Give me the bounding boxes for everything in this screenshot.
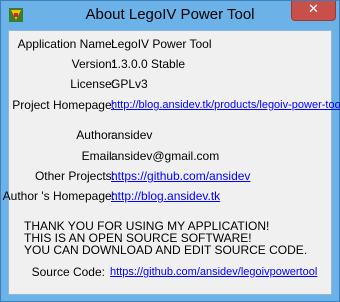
other-projects-row: Other Projects: <box>9 168 115 184</box>
author-label: Author: <box>76 128 115 142</box>
author-homepage-label: Author 's Homepage: <box>2 189 115 203</box>
app-name-value: LegoIV Power Tool <box>111 37 212 51</box>
email-value: ansidev@gmail.com <box>111 149 220 163</box>
close-button[interactable]: ✕ <box>291 1 336 21</box>
close-icon: ✕ <box>308 2 319 17</box>
other-projects-label: Other Projects: <box>34 169 115 183</box>
title-bar[interactable]: About LegoIV Power Tool ✕ <box>1 1 339 31</box>
about-dialog: About LegoIV Power Tool ✕ Application Na… <box>0 0 340 302</box>
other-projects-link[interactable]: https://github.com/ansidev <box>111 168 250 184</box>
license-label: License: <box>70 77 115 91</box>
dialog-body: Application Name: LegoIV Power Tool Vers… <box>3 30 340 295</box>
app-name-label: Application Name: <box>17 37 115 51</box>
email-label: Email: <box>81 149 115 163</box>
license-row: License: <box>9 76 115 92</box>
app-name-row: Application Name: <box>9 36 115 52</box>
homepage-row: Project Homepage: <box>9 97 115 113</box>
window-title: About LegoIV Power Tool <box>85 6 255 23</box>
source-code-label: Source Code: <box>31 265 105 279</box>
email-row: Email: <box>9 148 115 164</box>
thanks-line-3: YOU CAN DOWNLOAD AND EDIT SOURCE CODE. <box>24 243 308 257</box>
version-label: Version: <box>71 57 115 71</box>
project-homepage-link[interactable]: http://blog.ansidev.tk/products/legoiv-p… <box>111 97 340 113</box>
homepage-label: Project Homepage: <box>12 98 115 112</box>
version-row: Version: <box>9 56 115 72</box>
author-value: ansidev <box>111 128 153 142</box>
source-code-row: Source Code: <box>9 264 105 280</box>
license-value: GPLv3 <box>111 77 148 91</box>
author-row: Author: <box>9 127 115 143</box>
author-homepage-link[interactable]: http://blog.ansidev.tk <box>111 188 220 204</box>
source-code-link[interactable]: https://github.com/ansidev/legoivpowerto… <box>110 264 317 280</box>
version-value: 1.3.0.0 Stable <box>111 57 186 71</box>
author-homepage-row: Author 's Homepage: <box>3 188 115 204</box>
